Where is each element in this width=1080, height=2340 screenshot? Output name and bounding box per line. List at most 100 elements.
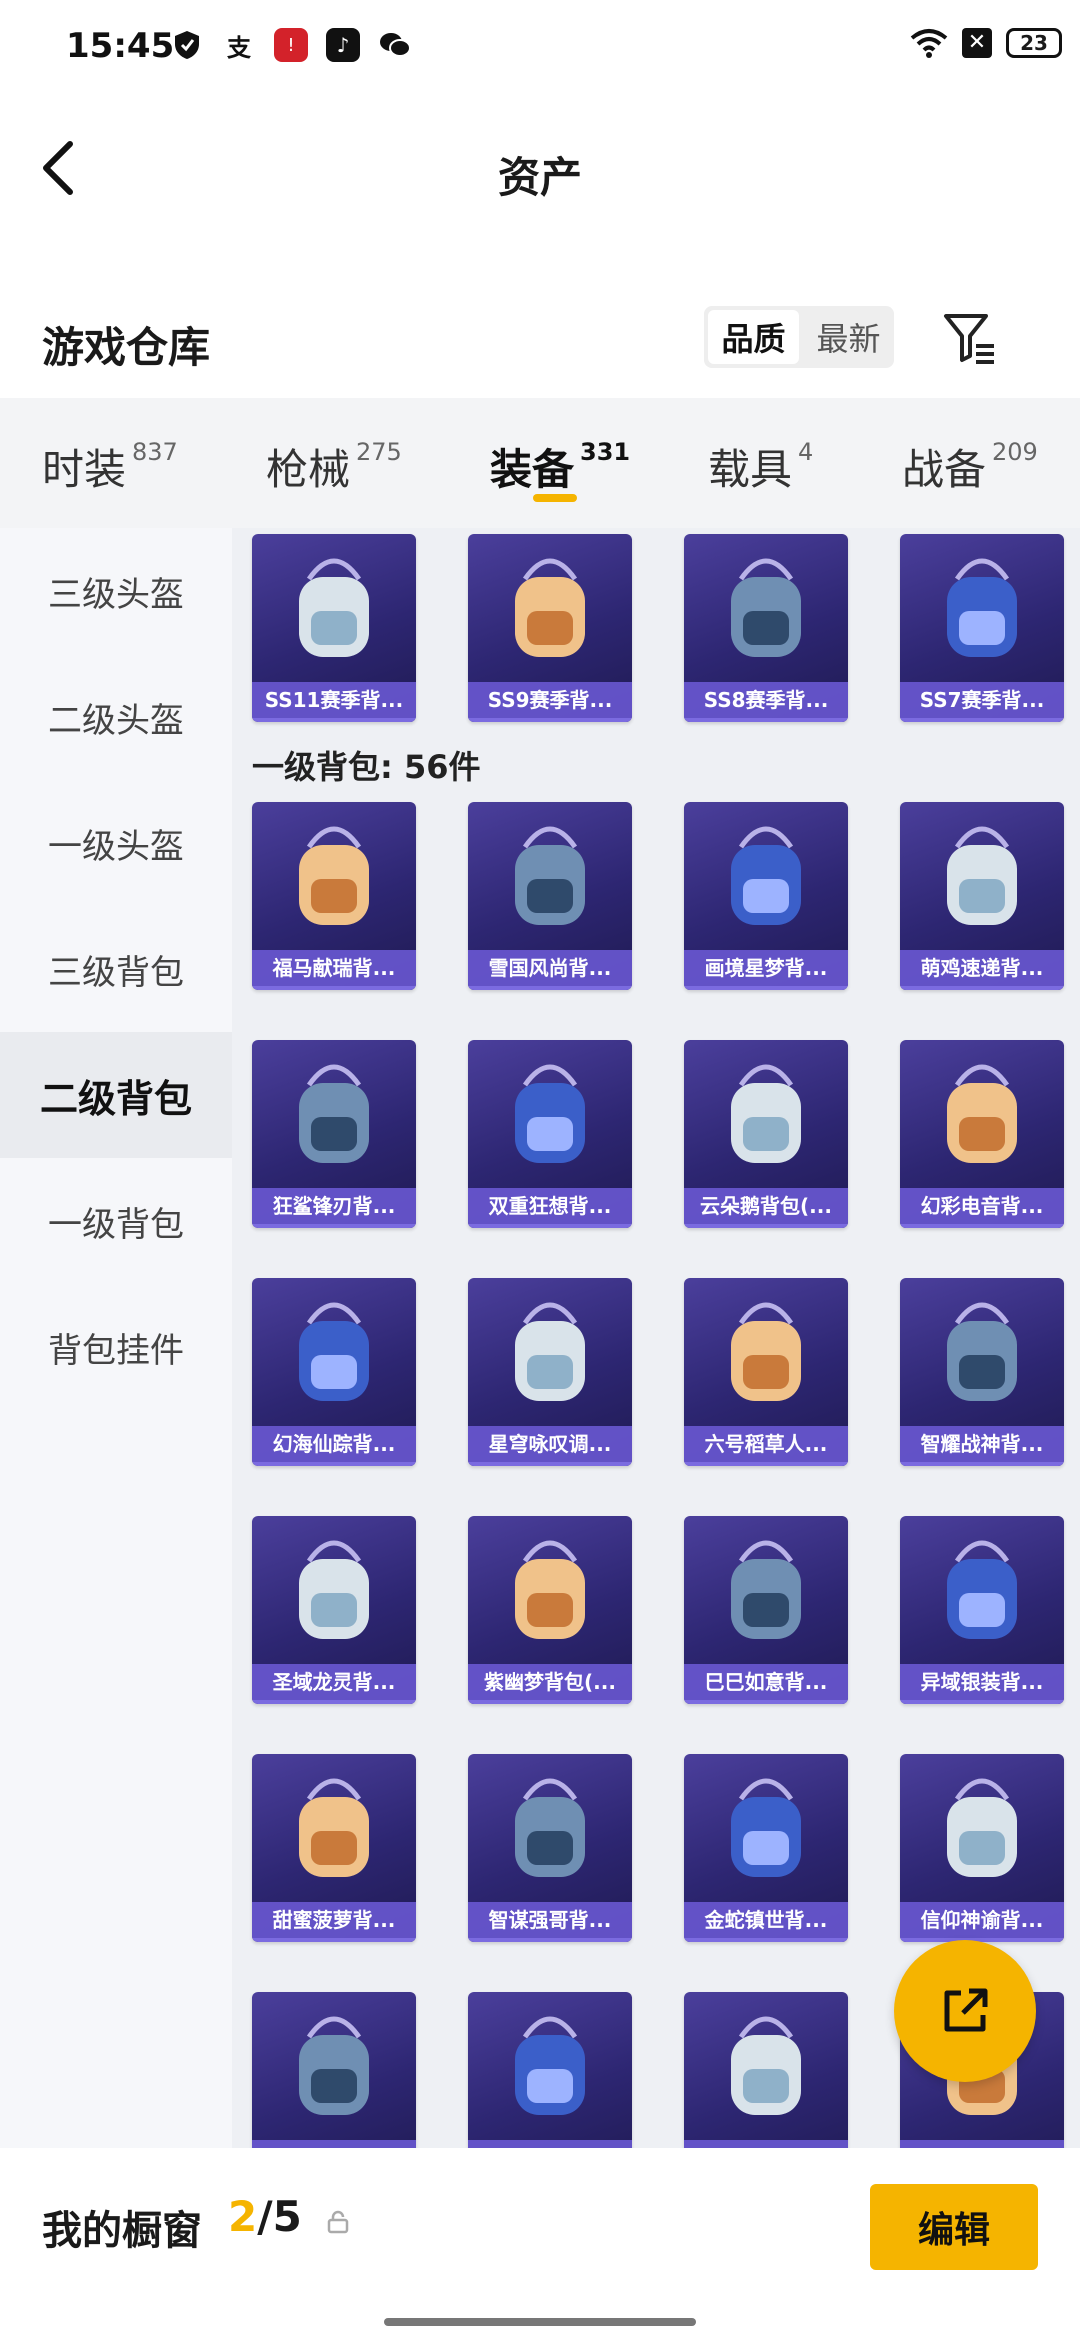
item-card[interactable]: 金蛇镇世背...: [684, 1754, 848, 1942]
item-card-label: 智耀战神背...: [900, 1426, 1064, 1462]
item-card[interactable]: 紫幽梦背包(...: [468, 1516, 632, 1704]
backpack-image: [684, 1754, 848, 1904]
item-card[interactable]: 福马献瑞背...: [252, 802, 416, 990]
item-card-rarity-bar: [468, 1938, 632, 1942]
edit-button[interactable]: 编辑: [870, 2184, 1038, 2270]
tab-gear[interactable]: 战备 209: [902, 436, 1038, 497]
tab-vehicles[interactable]: 载具 4: [708, 436, 813, 497]
backpack-image: [900, 1278, 1064, 1428]
item-card[interactable]: SS9赛季背...: [468, 534, 632, 722]
item-card[interactable]: 巳巳如意背...: [684, 1516, 848, 1704]
item-card[interactable]: 幻海仙踪背...: [252, 1278, 416, 1466]
sidebar-item-helmet-1[interactable]: 一级头盔: [0, 780, 232, 906]
sort-toggle: 品质 最新: [704, 306, 894, 368]
alipay-icon: 支: [227, 33, 251, 62]
item-card[interactable]: 狂鲨锋刃背...: [252, 1040, 416, 1228]
backpack-image: [468, 1754, 632, 1904]
item-card-label: 金蛇镇世背...: [684, 1902, 848, 1938]
backpack-image: [684, 534, 848, 684]
item-card[interactable]: 信仰神谕背...: [900, 1754, 1064, 1942]
item-card[interactable]: [468, 1992, 632, 2148]
item-card[interactable]: 圣域龙灵背...: [252, 1516, 416, 1704]
item-card[interactable]: SS7赛季背...: [900, 534, 1064, 722]
item-card-rarity-bar: [900, 1700, 1064, 1704]
share-fab-button[interactable]: [894, 1940, 1036, 2082]
tab-count: 275: [356, 438, 402, 466]
item-card-rarity-bar: [684, 1938, 848, 1942]
backpack-image: [252, 1516, 416, 1666]
item-card-label: SS8赛季背...: [684, 682, 848, 718]
item-card[interactable]: 智谋强哥背...: [468, 1754, 632, 1942]
item-card[interactable]: 雪国风尚背...: [468, 802, 632, 990]
red-notification-icon: !: [274, 28, 308, 62]
item-card[interactable]: 萌鸡速递背...: [900, 802, 1064, 990]
item-card-rarity-bar: [900, 1462, 1064, 1466]
item-card-label: 信仰神谕背...: [900, 1902, 1064, 1938]
tab-label: 载具: [708, 445, 793, 494]
item-card-label: [900, 2140, 1064, 2148]
item-card-label: 异域银装背...: [900, 1664, 1064, 1700]
warehouse-title: 游戏仓库: [42, 323, 211, 372]
item-card[interactable]: 云朵鹅背包(...: [684, 1040, 848, 1228]
tab-label: 战备: [902, 445, 987, 494]
backpack-image: [468, 1040, 632, 1190]
item-card[interactable]: [252, 1992, 416, 2148]
home-indicator[interactable]: [384, 2318, 696, 2326]
item-card[interactable]: 异域银装背...: [900, 1516, 1064, 1704]
sidebar-item-helmet-2[interactable]: 二级头盔: [0, 654, 232, 780]
item-card[interactable]: 星穹咏叹调...: [468, 1278, 632, 1466]
item-card-rarity-bar: [252, 718, 416, 722]
backpack-image: [900, 1040, 1064, 1190]
item-card-label: [684, 2140, 848, 2148]
item-card-rarity-bar: [468, 718, 632, 722]
item-card[interactable]: 画境星梦背...: [684, 802, 848, 990]
tab-guns[interactable]: 枪械 275: [266, 436, 402, 497]
backpack-image: [900, 802, 1064, 952]
backpack-image: [468, 1278, 632, 1428]
filter-icon: [944, 314, 994, 364]
tab-fashion[interactable]: 时装 837: [42, 436, 178, 497]
sidebar-item-helmet-3[interactable]: 三级头盔: [0, 528, 232, 654]
item-card-label: SS11赛季背...: [252, 682, 416, 718]
item-card-rarity-bar: [252, 1938, 416, 1942]
sidebar-item-backpack-2[interactable]: 二级背包: [0, 1032, 232, 1158]
tab-active-indicator: [533, 494, 577, 502]
item-card[interactable]: SS11赛季背...: [252, 534, 416, 722]
tab-label: 枪械: [266, 445, 351, 494]
backpack-image: [684, 1278, 848, 1428]
item-card[interactable]: 六号稻草人...: [684, 1278, 848, 1466]
showcase-current: 2: [228, 2192, 258, 2241]
backpack-image: [468, 802, 632, 952]
item-card[interactable]: SS8赛季背...: [684, 534, 848, 722]
item-card-rarity-bar: [684, 1462, 848, 1466]
item-card-rarity-bar: [900, 1224, 1064, 1228]
tab-count: 331: [580, 438, 631, 466]
item-card-rarity-bar: [900, 986, 1064, 990]
item-card[interactable]: 智耀战神背...: [900, 1278, 1064, 1466]
item-card[interactable]: [684, 1992, 848, 2148]
filter-button[interactable]: [940, 308, 1000, 368]
sidebar-item-backpack-1[interactable]: 一级背包: [0, 1158, 232, 1284]
sidebar-item-backpack-charm[interactable]: 背包挂件: [0, 1284, 232, 1410]
item-card[interactable]: 甜蜜菠萝背...: [252, 1754, 416, 1942]
backpack-image: [252, 802, 416, 952]
item-card[interactable]: 幻彩电音背...: [900, 1040, 1064, 1228]
battery-indicator: 23: [1006, 28, 1062, 58]
page-header: 资产: [0, 96, 1080, 246]
tab-count: 209: [992, 438, 1038, 466]
backpack-image: [252, 1992, 416, 2142]
item-card-label: 幻海仙踪背...: [252, 1426, 416, 1462]
sort-option-newest[interactable]: 最新: [803, 306, 894, 368]
item-card-rarity-bar: [468, 986, 632, 990]
backpack-image: [900, 1754, 1064, 1904]
backpack-image: [900, 534, 1064, 684]
item-card-label: 双重狂想背...: [468, 1188, 632, 1224]
item-card-label: 画境星梦背...: [684, 950, 848, 986]
item-card[interactable]: 双重狂想背...: [468, 1040, 632, 1228]
item-card-rarity-bar: [252, 1700, 416, 1704]
item-card-rarity-bar: [468, 1462, 632, 1466]
tab-equipment[interactable]: 装备 331: [490, 436, 630, 497]
sidebar-item-backpack-3[interactable]: 三级背包: [0, 906, 232, 1032]
item-card-label: 萌鸡速递背...: [900, 950, 1064, 986]
sort-option-quality[interactable]: 品质: [708, 310, 799, 364]
